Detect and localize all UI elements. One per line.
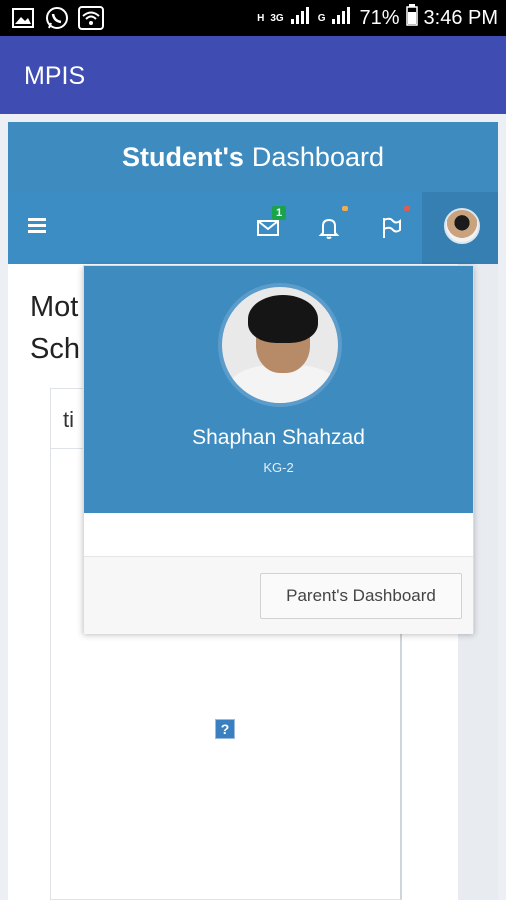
embedded-frame-text: ti	[63, 407, 74, 432]
battery-percent: 71%	[359, 6, 400, 29]
status-bar: H 3G G 71% 3:46 PM	[0, 0, 506, 36]
top-navbar: 1	[8, 192, 498, 264]
profile-header: Shaphan Shahzad KG-2	[84, 266, 473, 513]
mail-icon[interactable]: 1	[256, 206, 287, 240]
avatar	[444, 208, 480, 244]
signal-icon	[290, 5, 312, 31]
profile-footer: Parent's Dashboard	[84, 556, 473, 634]
clock: 3:46 PM	[423, 6, 498, 29]
profile-dropdown: Shaphan Shahzad KG-2 Parent's Dashboard	[83, 265, 474, 634]
flag-indicator-dot	[404, 206, 410, 211]
network-3g-label: 3G	[270, 12, 284, 24]
content-heading-line2: Sch	[30, 333, 80, 365]
user-avatar-button[interactable]	[422, 192, 498, 264]
battery-icon	[405, 4, 418, 32]
wifi-icon	[78, 5, 104, 31]
missing-image-icon: ?	[215, 719, 235, 739]
bell-indicator-dot	[342, 206, 348, 211]
whatsapp-icon	[44, 5, 70, 31]
content-heading-line1: Mot	[30, 291, 79, 323]
parents-dashboard-button[interactable]: Parent's Dashboard	[260, 573, 462, 619]
content-heading: Mot Sch	[30, 286, 80, 370]
gallery-icon	[10, 5, 36, 31]
app-bar: MPIS	[0, 36, 506, 114]
network-h-label: H	[257, 12, 265, 24]
dashboard-title-rest: Dashboard	[251, 141, 384, 172]
flag-icon[interactable]	[380, 206, 410, 240]
mail-badge: 1	[272, 206, 287, 220]
network-g-label: G	[317, 12, 326, 24]
bell-icon[interactable]	[318, 206, 348, 240]
profile-photo	[218, 283, 342, 407]
signal-icon-2	[331, 5, 353, 31]
app-title: MPIS	[24, 62, 86, 90]
dashboard-title-bold: Student's	[121, 141, 244, 172]
dashboard-title-bar: Student's Dashboard	[8, 122, 498, 192]
menu-icon[interactable]	[28, 218, 46, 234]
student-name: Shaphan Shahzad	[192, 426, 365, 449]
student-class: KG-2	[263, 460, 294, 475]
